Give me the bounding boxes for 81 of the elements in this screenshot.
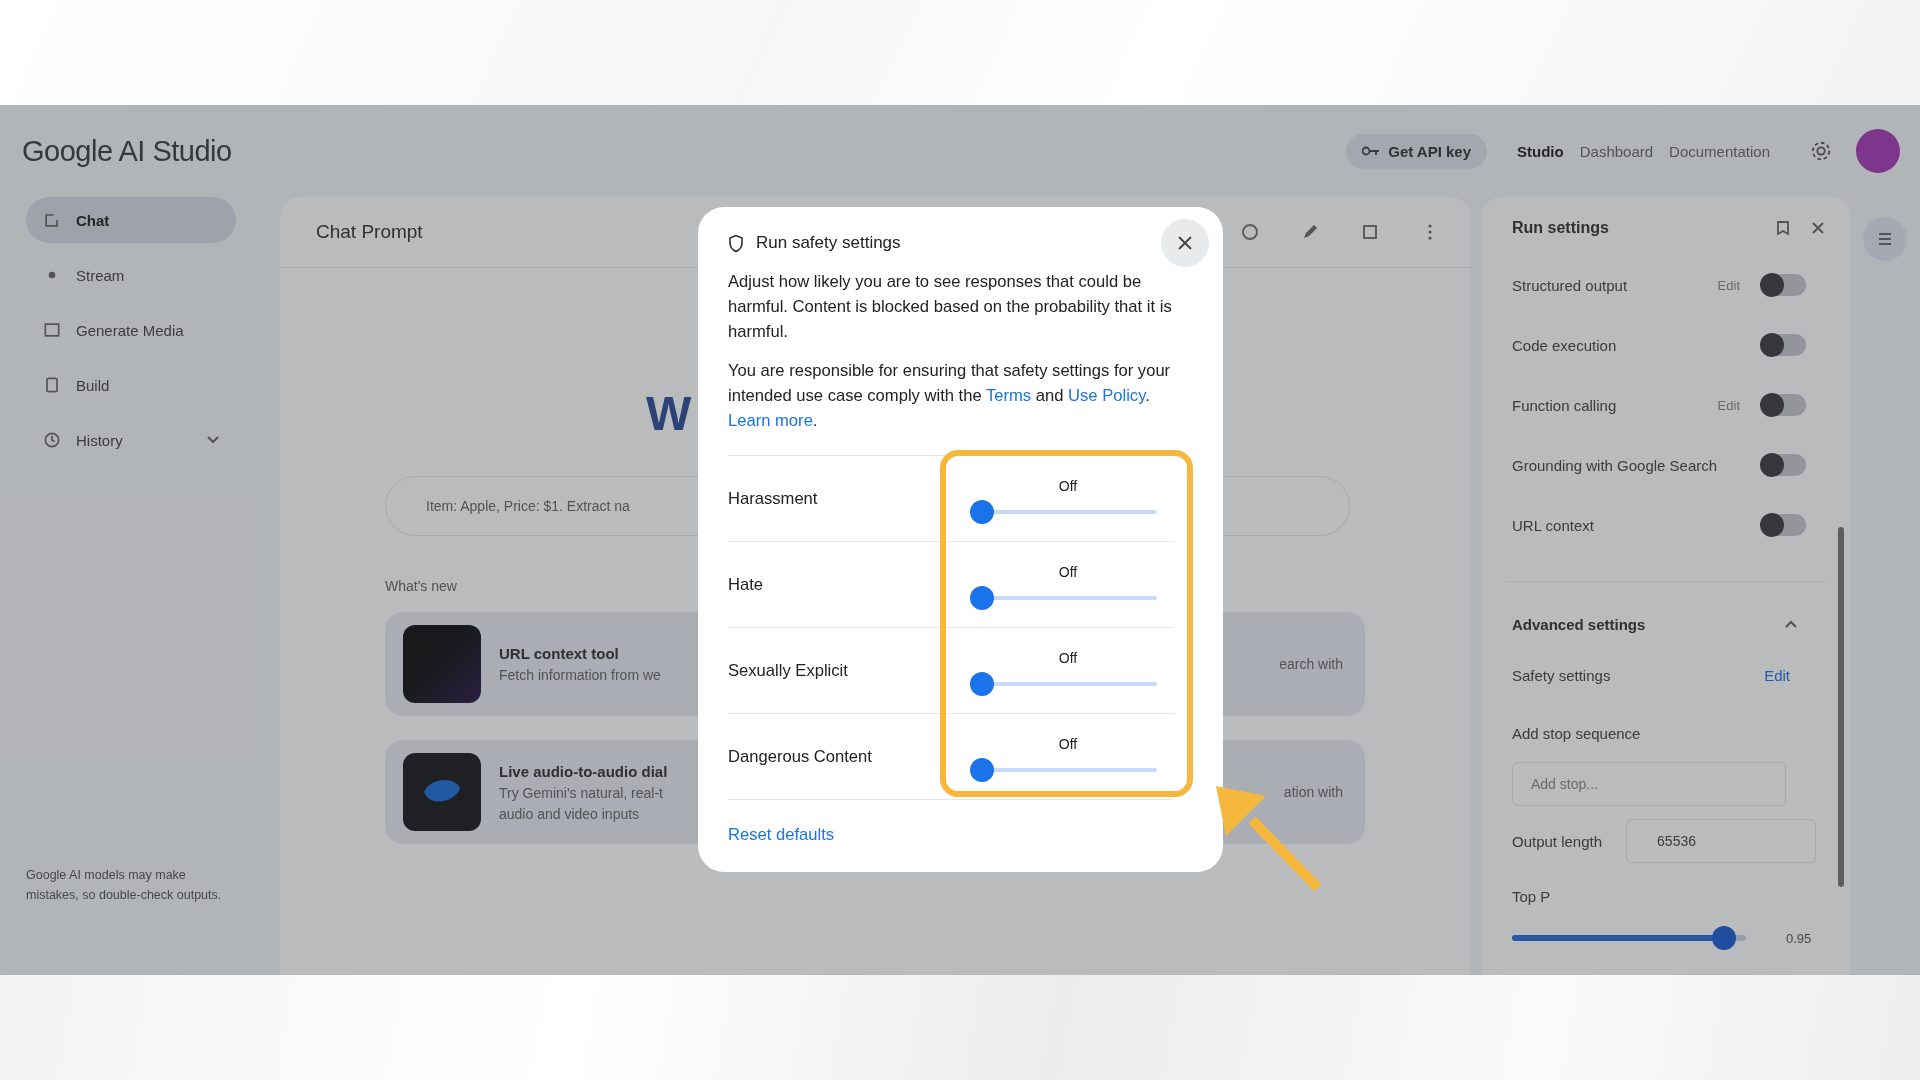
threshold-value: Off	[1058, 735, 1078, 752]
category-label: Hate	[728, 574, 765, 595]
card-description: Try Gemini's natural, real-t	[499, 784, 664, 801]
text-link[interactable]: Use Policy	[1068, 386, 1146, 405]
avatar[interactable]	[1856, 129, 1900, 173]
panel-title: Run settings	[1512, 219, 1610, 237]
card-title: Live audio-to-audio dial	[499, 762, 668, 780]
setting-label: Structured output	[1512, 276, 1629, 294]
close-button[interactable]	[1161, 219, 1209, 267]
toggle-switch[interactable]	[1762, 274, 1806, 296]
rail-button[interactable]	[1863, 217, 1907, 261]
threshold-value: Off	[1058, 649, 1078, 666]
sidebar-item[interactable]: History	[26, 417, 236, 463]
setting-label: Top P	[1512, 887, 1551, 905]
settings-icon[interactable]	[1810, 140, 1832, 162]
disclaimer-text: Google AI models may make mistakes, so double-check outputs.	[26, 867, 223, 904]
category-label: Harassment	[728, 488, 819, 509]
setting-label: Output length	[1512, 832, 1603, 850]
text-link[interactable]: Learn more	[728, 411, 813, 430]
category-label: Sexually Explicit	[728, 660, 849, 681]
card-description: audio and video inputs	[499, 805, 641, 822]
nav-link[interactable]: Dashboard	[1579, 142, 1654, 160]
scrollbar[interactable]	[1838, 527, 1844, 887]
welcome-heading: W	[646, 386, 692, 442]
toggle-switch[interactable]	[1762, 334, 1806, 356]
section-title: Advanced settings	[1512, 615, 1647, 633]
sidebar-item[interactable]: Chat	[26, 197, 236, 243]
setting-label: URL context	[1512, 516, 1595, 534]
edit-link[interactable]: Edit	[1717, 397, 1740, 413]
setting-label: Code execution	[1512, 336, 1618, 354]
clock-icon	[42, 430, 62, 450]
description-text: Adjust how likely you are to see responses that could be harmful. Content is blocked based on the probability that it is harmful.	[728, 271, 1173, 343]
nav-link[interactable]: Documentation	[1669, 142, 1770, 160]
slider-thumb[interactable]	[969, 757, 994, 782]
dialog-title: Run safety settings	[756, 233, 902, 253]
square-icon[interactable]	[1360, 222, 1380, 242]
image-icon	[42, 320, 62, 340]
notice-text: You are responsible for ensuring that safety settings for your intended use case comply with the Terms and Use Policy. Learn more.	[728, 360, 1172, 432]
text-link[interactable]: Terms	[986, 386, 1032, 405]
toggle-switch[interactable]	[1762, 454, 1806, 476]
slider-track[interactable]	[1512, 926, 1746, 950]
slider-thumb[interactable]	[969, 499, 994, 524]
card-description: ation with	[1283, 784, 1343, 800]
slider-thumb[interactable]	[969, 585, 994, 610]
setting-label: Safety settings	[1512, 666, 1612, 684]
slider-thumb[interactable]	[969, 671, 994, 696]
sidebar-item[interactable]: Stream	[26, 252, 236, 298]
key-icon	[1362, 145, 1381, 157]
threshold-value: Off	[1058, 477, 1078, 494]
card-description: Fetch information from we	[499, 667, 661, 683]
shield-icon	[728, 233, 744, 253]
prompt-title: Chat Prompt	[316, 221, 423, 243]
toggle-switch[interactable]	[1762, 394, 1806, 416]
card-description: earch with	[1279, 656, 1343, 672]
chevron-down-icon[interactable]	[206, 435, 220, 445]
edit-link[interactable]: Edit	[1758, 665, 1796, 685]
nav-link[interactable]: Studio	[1517, 142, 1564, 160]
bookmark-icon[interactable]	[1774, 219, 1792, 237]
toggle-switch[interactable]	[1762, 514, 1806, 536]
category-label: Dangerous Content	[728, 746, 873, 767]
sidebar-item[interactable]: Generate Media	[26, 307, 236, 353]
slider-value: 0.95	[1786, 930, 1812, 946]
slider-thumb[interactable]	[1711, 926, 1736, 950]
get-api-key-button[interactable]: Get API key	[1346, 133, 1488, 169]
circle-icon[interactable]	[1240, 222, 1260, 242]
chevron-up-icon[interactable]	[1784, 619, 1798, 629]
card-title: URL context tool	[499, 645, 620, 662]
setting-label: Function calling	[1512, 396, 1618, 414]
edit-link[interactable]: Edit	[1717, 277, 1740, 293]
output-length-field[interactable]: 65536	[1626, 819, 1816, 863]
app-logo[interactable]: Google AI Studio	[22, 134, 232, 168]
setting-label: Add stop sequence	[1512, 724, 1642, 742]
stop-sequence-field[interactable]: Add stop...	[1512, 762, 1786, 806]
threshold-value: Off	[1058, 563, 1078, 580]
section-title: What's new	[385, 578, 457, 594]
setting-label: Grounding with Google Search	[1512, 456, 1719, 474]
sidebar-item[interactable]: Build	[26, 362, 236, 408]
reset-defaults-link[interactable]: Reset defaults	[728, 825, 835, 845]
close-icon[interactable]	[1810, 220, 1826, 236]
menu-icon	[1876, 230, 1894, 248]
close-icon	[1177, 235, 1193, 251]
